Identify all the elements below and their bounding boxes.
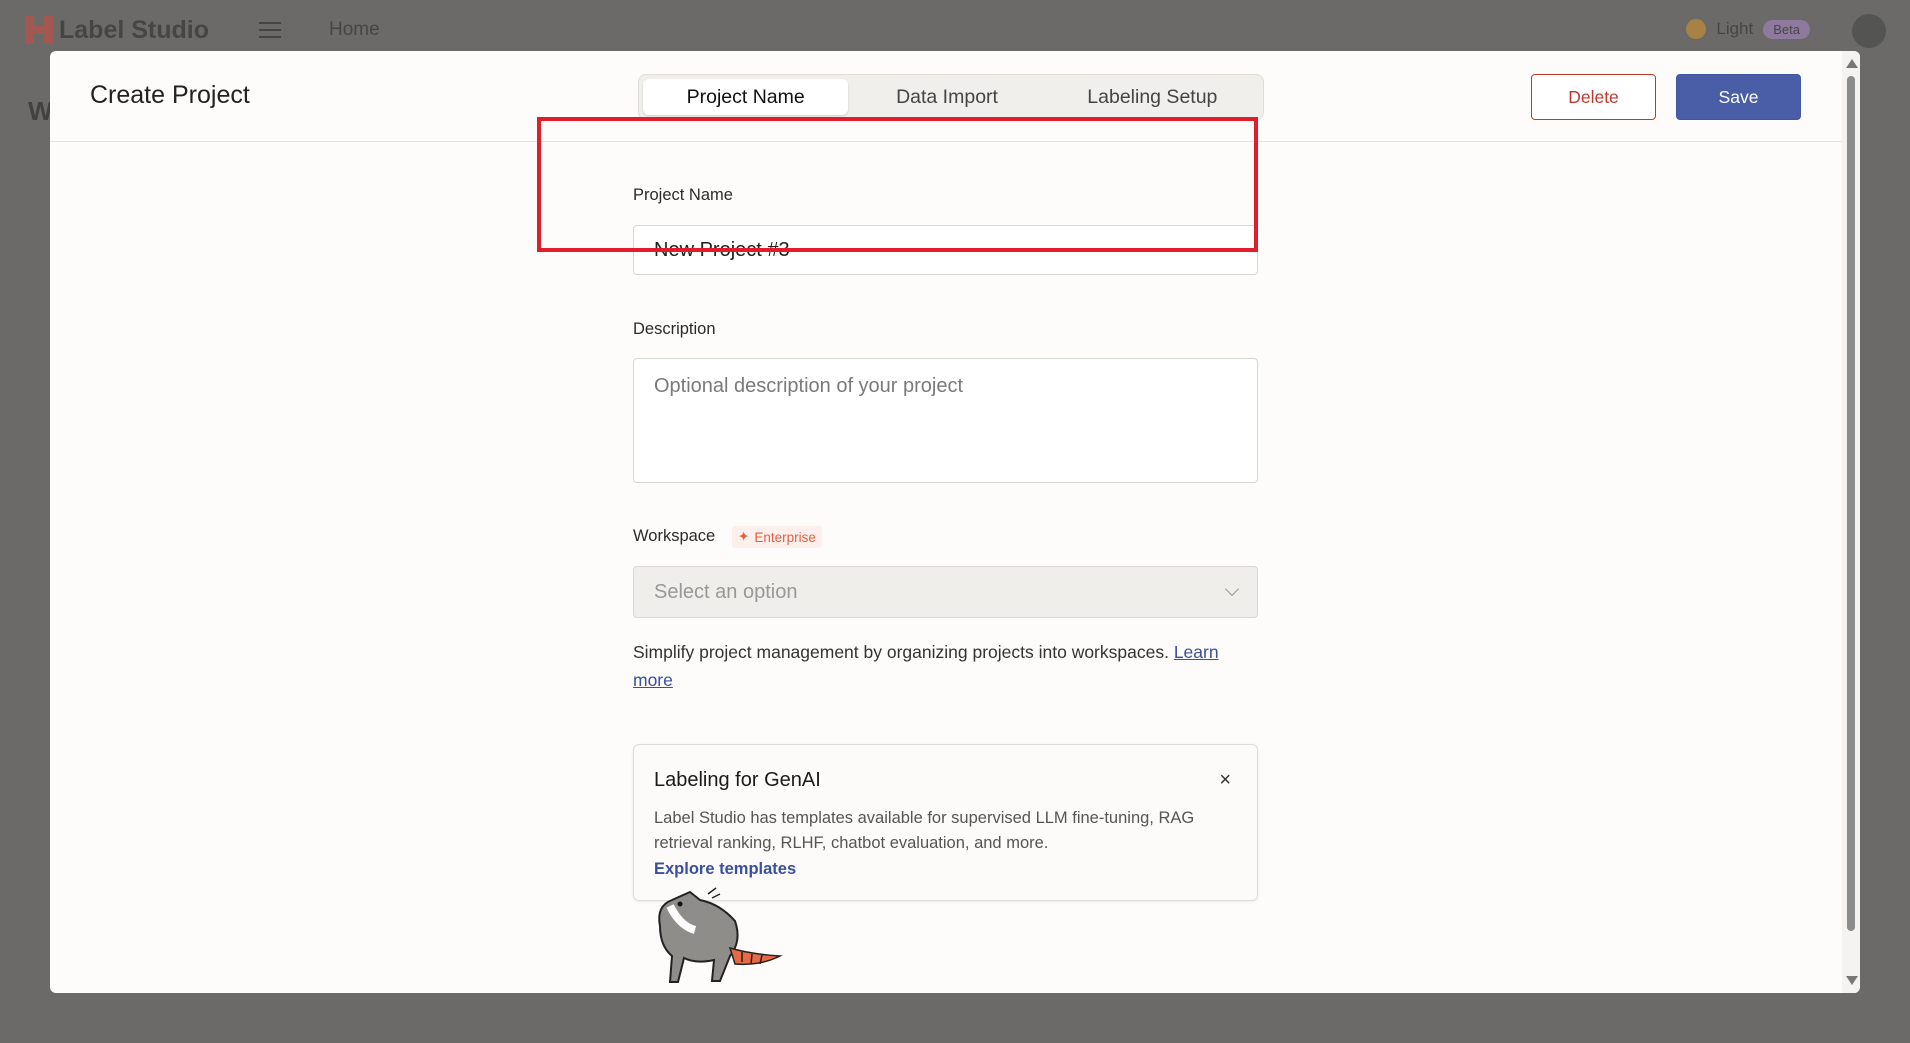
explore-templates-link[interactable]: Explore templates	[654, 860, 796, 879]
workspace-select[interactable]: Select an option	[633, 566, 1258, 618]
label-studio-logo-icon	[25, 16, 53, 44]
app-name: Label Studio	[59, 15, 209, 44]
tab-project-name[interactable]: Project Name	[643, 79, 849, 115]
chevron-down-icon	[1224, 581, 1240, 597]
sun-icon	[1686, 19, 1707, 39]
background-page-title: W	[28, 96, 53, 126]
genai-card: Labeling for GenAI × Label Studio has te…	[633, 744, 1258, 901]
opossum-mascot-icon	[658, 887, 783, 983]
enterprise-badge-label: Enterprise	[754, 529, 816, 545]
modal-header: Create Project Project Name Data Import …	[50, 51, 1842, 142]
description-textarea[interactable]: Optional description of your project	[633, 358, 1258, 483]
tab-data-import[interactable]: Data Import	[852, 79, 1041, 115]
delete-button[interactable]: Delete	[1531, 74, 1656, 120]
scrollbar-thumb[interactable]	[1847, 76, 1855, 931]
create-project-modal: Create Project Project Name Data Import …	[50, 51, 1860, 993]
scrollbar[interactable]	[1842, 51, 1860, 993]
description-label: Description	[633, 320, 716, 338]
app-logo: Label Studio	[25, 16, 209, 45]
workspace-help-text-body: Simplify project management by organizin…	[633, 642, 1169, 662]
genai-card-title: Labeling for GenAI	[654, 769, 821, 791]
theme-label: Light	[1716, 19, 1754, 38]
theme-toggle[interactable]: Light Beta	[1686, 19, 1810, 39]
scroll-up-icon[interactable]	[1846, 59, 1858, 68]
hamburger-menu-icon[interactable]	[259, 22, 281, 38]
scroll-down-icon[interactable]	[1846, 976, 1858, 985]
beta-badge: Beta	[1763, 19, 1810, 39]
nav-home-link[interactable]: Home	[329, 19, 380, 41]
workspace-label: Workspace	[633, 527, 716, 545]
enterprise-badge: ✦ Enterprise	[732, 526, 822, 548]
step-tabs: Project Name Data Import Labeling Setup	[638, 74, 1264, 120]
avatar[interactable]	[1852, 14, 1886, 48]
project-name-label: Project Name	[633, 186, 733, 204]
workspace-help-text: Simplify project management by organizin…	[633, 638, 1258, 694]
genai-card-text: Label Studio has templates available for…	[654, 809, 1195, 852]
modal-title: Create Project	[90, 81, 250, 109]
save-button[interactable]: Save	[1676, 74, 1801, 120]
workspace-select-value: Select an option	[654, 580, 798, 603]
project-name-input[interactable]: New Project #3	[633, 225, 1258, 275]
close-icon[interactable]: ×	[1219, 769, 1231, 792]
sparkle-icon: ✦	[738, 529, 750, 544]
tab-labeling-setup[interactable]: Labeling Setup	[1046, 79, 1259, 115]
